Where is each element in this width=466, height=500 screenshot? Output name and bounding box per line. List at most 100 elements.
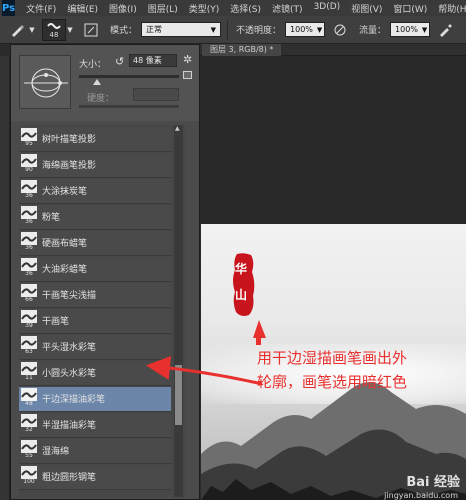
- document-canvas[interactable]: 华 山 用干边湿描画笔画出外 轮廓，画笔选用暗红色 Bai 经验 jingyan…: [201, 224, 466, 500]
- scroll-thumb[interactable]: [175, 365, 182, 425]
- list-scrollbar[interactable]: ▲: [174, 125, 183, 497]
- brush-preset-label: 粉笔: [42, 213, 61, 223]
- workspace-background: [200, 56, 466, 224]
- brush-preset-label: 湿海绵: [42, 447, 70, 457]
- opacity-field[interactable]: 100% ▼: [285, 22, 326, 37]
- red-seal-stamp: 华 山: [231, 252, 257, 318]
- brush-preset-row[interactable]: 63 平头湿水彩笔: [19, 335, 171, 360]
- opacity-value: 100%: [290, 25, 313, 34]
- brush-size-number: 95: [25, 140, 33, 147]
- menu-item[interactable]: 图像(I): [109, 2, 137, 15]
- brush-picker-header: 大小： ↺ 48 像素 ✲ 硬度：: [11, 45, 199, 121]
- options-bar: ▼ 48 ▼ 模式： 正常 ▼ 不透明度： 100% ▼ 流量： 100% ▼: [0, 16, 466, 44]
- divider: [227, 19, 229, 40]
- gear-icon[interactable]: ✲: [183, 53, 192, 66]
- mode-select[interactable]: 正常 ▼: [141, 22, 222, 37]
- brush-preset-row[interactable]: 36 大涂抹炭笔: [19, 179, 171, 204]
- mode-value: 正常: [146, 25, 163, 34]
- brush-preset-row[interactable]: 55 湿海绵: [19, 439, 171, 464]
- brush-size-number: 55: [25, 452, 33, 459]
- brush-size-number: 36: [25, 244, 33, 251]
- hardness-slider-track[interactable]: [79, 105, 179, 108]
- brush-size-number: 36: [25, 218, 33, 225]
- brush-preset-row[interactable]: 36 硬画布蜡笔: [19, 231, 171, 256]
- brush-preset-label: 平头湿水彩笔: [42, 343, 97, 353]
- brush-preset-label: 大涂抹炭笔: [42, 187, 88, 197]
- annotation-line-1: 用干边湿描画笔画出外: [257, 349, 408, 367]
- chevron-down-icon: ▼: [421, 25, 428, 34]
- document-tab-strip: 图层 3, RGB/8) *: [200, 44, 466, 56]
- hardness-label: 硬度：: [87, 94, 115, 104]
- menu-item[interactable]: 类型(Y): [189, 2, 220, 15]
- menu-item[interactable]: 滤镜(T): [272, 2, 303, 15]
- brush-preset-row[interactable]: 11 小圆头水彩笔: [19, 361, 171, 386]
- pressure-opacity-icon[interactable]: [329, 19, 351, 41]
- brush-size-number: 32: [25, 426, 33, 433]
- brush-preset-picker-panel: 大小： ↺ 48 像素 ✲ 硬度： ▲ 95 树叶描笔投影 90 海绵画笔投影 36 大涂…: [10, 44, 200, 500]
- toggle-brush-panel-icon[interactable]: [80, 19, 102, 41]
- brush-tool-icon[interactable]: [6, 19, 28, 41]
- toolbox-panel: [0, 56, 10, 500]
- brush-preset-label: 干画笔尖浅描: [42, 291, 97, 301]
- brush-picker-dropdown-icon[interactable]: ▼: [66, 19, 74, 41]
- scroll-up-icon[interactable]: ▲: [175, 125, 180, 132]
- airbrush-icon[interactable]: [434, 19, 456, 41]
- brush-size-number: 11: [25, 374, 33, 381]
- chevron-down-icon: ▼: [316, 25, 323, 34]
- brush-preset-list: ▲ 95 树叶描笔投影 90 海绵画笔投影 36 大涂抹炭笔 36 粉笔 36 硬画布蜡笔 36 大油…: [19, 125, 185, 497]
- brush-tip-preview: [19, 55, 71, 109]
- new-preset-icon[interactable]: [183, 71, 192, 79]
- brush-size-readout: 48: [49, 30, 59, 39]
- brush-preset-label: 硬画布蜡笔: [42, 239, 88, 249]
- size-slider-track[interactable]: [79, 75, 179, 78]
- hardness-input[interactable]: [133, 88, 179, 101]
- brush-size-number: 48: [25, 400, 33, 407]
- brush-preset-row[interactable]: 100 粗边圆形钢笔: [19, 465, 171, 490]
- reset-size-icon[interactable]: ↺: [115, 55, 127, 68]
- menu-item[interactable]: 文件(F): [26, 2, 56, 15]
- brush-size-number: 36: [25, 270, 33, 277]
- brush-preset-label: 小圆头水彩笔: [42, 369, 97, 379]
- tool-preset-dropdown-icon[interactable]: ▼: [28, 19, 36, 41]
- brush-preset-row[interactable]: 66 干画笔尖浅描: [19, 283, 171, 308]
- brush-preset-row-selected[interactable]: 48 干边深描油彩笔: [19, 387, 171, 412]
- seal-char-2: 山: [235, 288, 248, 302]
- menu-bar: Ps 文件(F) 编辑(E) 图像(I) 图层(L) 类型(Y) 选择(S) 滤镜(T) 3D…: [0, 0, 466, 16]
- brush-size-number: 36: [25, 192, 33, 199]
- photoshop-logo: Ps: [2, 0, 16, 16]
- brush-size-number: 90: [25, 166, 33, 173]
- brush-preset-row[interactable]: 95 树叶描笔投影: [19, 127, 171, 152]
- brush-preset-picker[interactable]: 48: [42, 18, 66, 41]
- chevron-down-icon: ▼: [210, 25, 217, 34]
- document-tab[interactable]: 图层 3, RGB/8) *: [202, 44, 282, 56]
- brush-preset-label: 干边深描油彩笔: [42, 395, 106, 405]
- watermark-url: jingyan.baidu.com: [384, 491, 458, 500]
- menu-item[interactable]: 编辑(E): [67, 2, 98, 15]
- size-slider-thumb[interactable]: [93, 79, 101, 85]
- brush-size-number: 66: [25, 296, 33, 303]
- baidu-watermark: Bai 经验: [406, 475, 460, 490]
- menu-item[interactable]: 3D(D): [314, 2, 341, 15]
- menu-item[interactable]: 窗口(W): [393, 2, 427, 15]
- brush-size-number: 63: [25, 348, 33, 355]
- size-input[interactable]: 48 像素: [129, 54, 177, 67]
- flow-label: 流量：: [359, 26, 387, 36]
- annotation-line-2: 轮廓，画笔选用暗红色: [257, 373, 408, 391]
- size-label: 大小：: [79, 60, 107, 70]
- menu-item[interactable]: 图层(L): [148, 2, 178, 15]
- menu-item[interactable]: 帮助(H): [438, 2, 466, 15]
- menu-item[interactable]: 选择(S): [230, 2, 261, 15]
- brush-size-number: 39: [25, 322, 33, 329]
- brush-preset-row[interactable]: 36 粉笔: [19, 205, 171, 230]
- brush-preset-row[interactable]: 90 海绵画笔投影: [19, 153, 171, 178]
- brush-preset-label: 大油彩蜡笔: [42, 265, 88, 275]
- seal-char-1: 华: [235, 262, 248, 276]
- brush-preset-row[interactable]: 36 大油彩蜡笔: [19, 257, 171, 282]
- opacity-label: 不透明度：: [236, 26, 282, 36]
- brush-preset-label: 半湿描油彩笔: [42, 421, 97, 431]
- brush-preset-row[interactable]: 39 干画笔: [19, 309, 171, 334]
- flow-field[interactable]: 100% ▼: [390, 22, 431, 37]
- brush-preset-row[interactable]: 32 半湿描油彩笔: [19, 413, 171, 438]
- menu-item[interactable]: 视图(V): [351, 2, 382, 15]
- brush-preset-label: 树叶描笔投影: [42, 135, 97, 145]
